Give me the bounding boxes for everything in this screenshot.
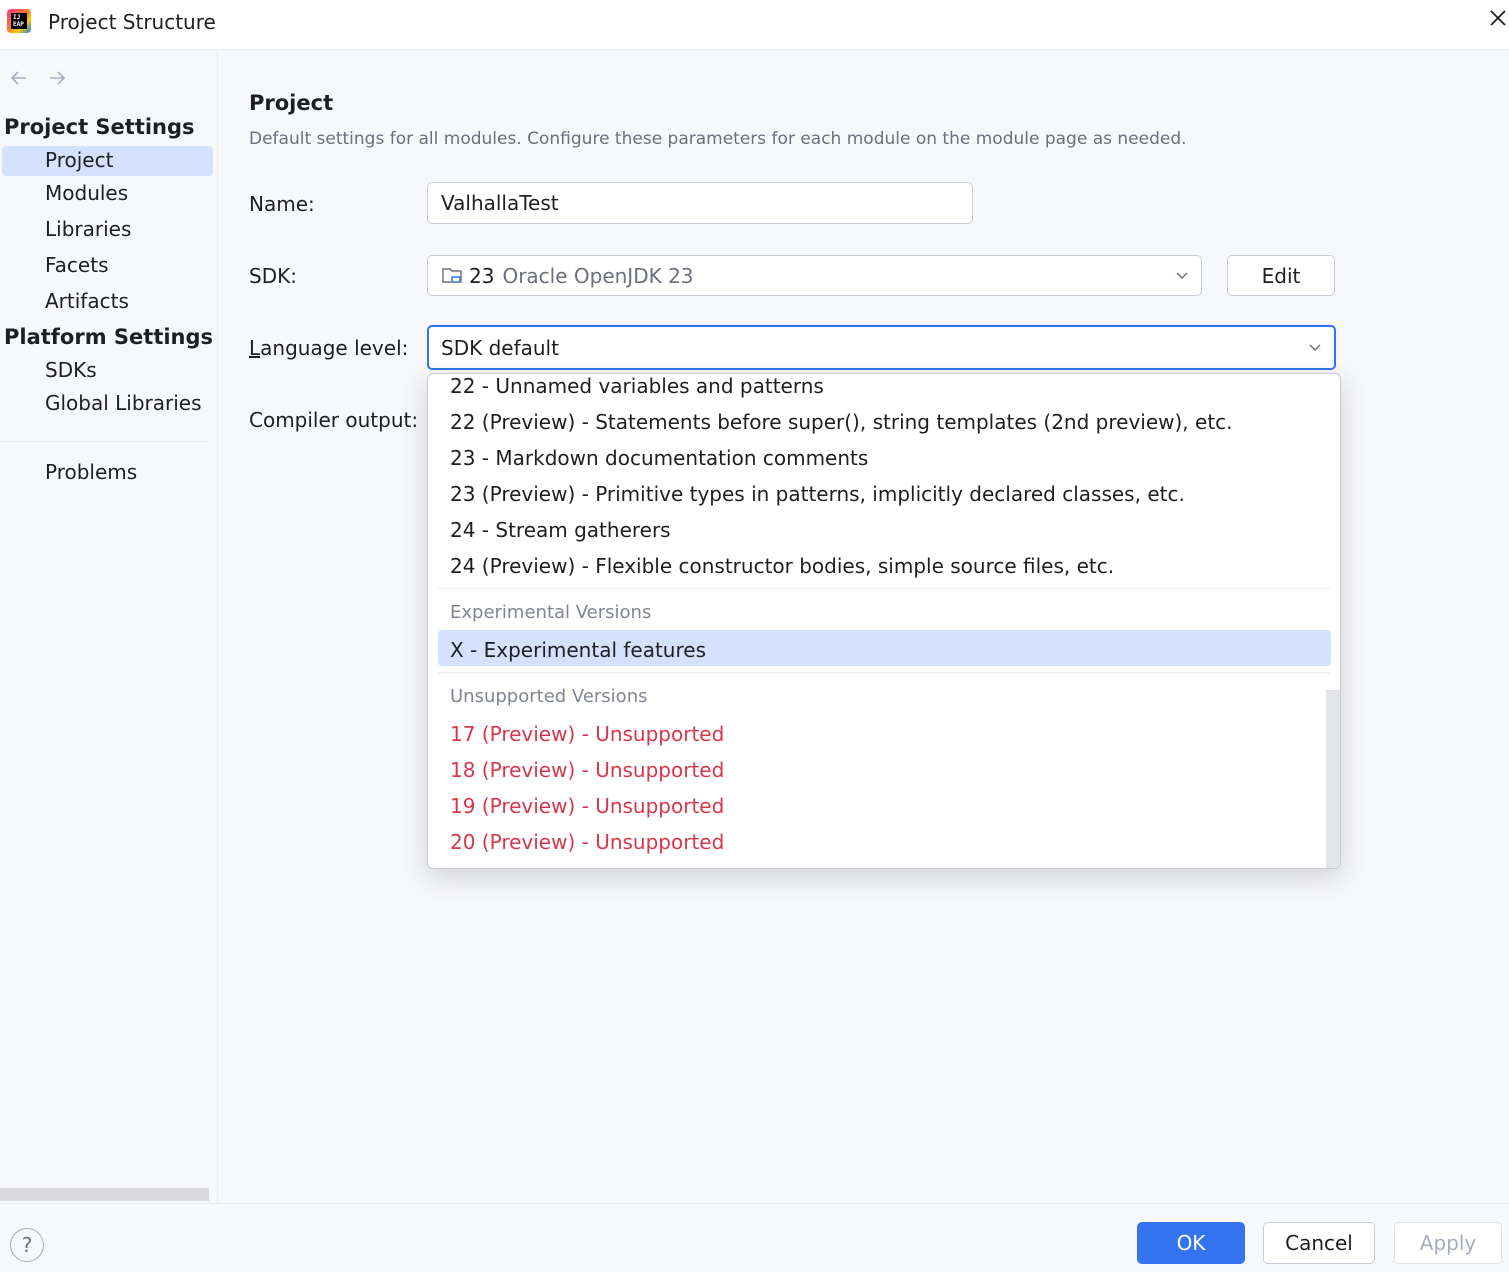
page-description: Default settings for all modules. Config… [249,129,1187,149]
unsupported-option[interactable]: 17 (Preview) - Unsupported [450,722,724,746]
unsupported-option[interactable]: 18 (Preview) - Unsupported [450,758,724,782]
app-icon-text: IJ EAP [11,13,27,29]
back-arrow-icon[interactable] [8,67,30,89]
sidebar-item-artifacts[interactable]: Artifacts [45,289,129,313]
popup-separator [438,588,1330,589]
intellij-app-icon: IJ EAP [7,9,31,33]
sidebar: Project Settings Project Modules Librari… [0,51,218,1203]
language-level-dropdown[interactable]: SDK default [427,325,1336,370]
list-item[interactable]: 24 - Stream gatherers [450,518,671,542]
unsupported-versions-header: Unsupported Versions [450,686,648,707]
sdk-dropdown[interactable]: 23 Oracle OpenJDK 23 [427,255,1202,296]
experimental-option[interactable]: X - Experimental features [450,638,706,662]
name-field-value: ValhallaTest [441,191,559,215]
language-level-label-text: anguage level: [260,336,409,360]
sidebar-horizontal-scrollbar[interactable] [0,1188,209,1201]
window-title: Project Structure [48,10,216,34]
list-item[interactable]: 22 - Unnamed variables and patterns [450,374,824,398]
sdk-folder-icon [442,267,462,283]
list-item[interactable]: 23 - Markdown documentation comments [450,446,868,470]
language-level-value: SDK default [441,335,559,360]
unsupported-option[interactable]: 20 (Preview) - Unsupported [450,830,724,854]
sidebar-item-sdks[interactable]: SDKs [45,358,97,382]
help-icon[interactable]: ? [10,1228,44,1262]
list-item[interactable]: 23 (Preview) - Primitive types in patter… [450,482,1185,506]
sidebar-divider [0,441,210,442]
chevron-down-icon [1176,271,1188,279]
apply-button[interactable]: Apply [1394,1222,1502,1264]
platform-settings-header: Platform Settings [4,325,214,349]
edit-button[interactable]: Edit [1227,255,1335,296]
dialog-footer: ? OK Cancel Apply [0,1203,1509,1272]
language-level-popup: 22 - Unnamed variables and patterns 22 (… [427,373,1341,869]
language-level-mnemonic: L [249,336,261,360]
popup-scrollbar[interactable] [1326,690,1340,868]
forward-arrow-icon[interactable] [46,67,68,89]
sidebar-item-facets[interactable]: Facets [45,253,109,277]
close-icon[interactable] [1486,6,1509,30]
compiler-output-label: Compiler output: [249,408,419,432]
sidebar-item-modules[interactable]: Modules [45,181,128,205]
sidebar-item-libraries[interactable]: Libraries [45,217,131,241]
sidebar-item-global-libraries[interactable]: Global Libraries [45,391,202,415]
experimental-versions-header: Experimental Versions [450,602,652,623]
unsupported-option[interactable]: 19 (Preview) - Unsupported [450,794,724,818]
language-level-label: Language level: [249,336,408,360]
sdk-label: SDK: [249,264,297,288]
ok-button[interactable]: OK [1137,1222,1245,1264]
popup-separator [438,672,1330,673]
sidebar-item-project[interactable]: Project [45,148,113,172]
chevron-down-icon [1309,343,1321,351]
title-bar: IJ EAP Project Structure [0,0,1509,50]
sidebar-item-problems[interactable]: Problems [45,460,137,484]
list-item[interactable]: 24 (Preview) - Flexible constructor bodi… [450,554,1114,578]
cancel-button[interactable]: Cancel [1263,1222,1375,1264]
page-title: Project [249,91,334,115]
sdk-version: 23 [469,263,495,288]
project-settings-header: Project Settings [4,115,195,139]
list-item[interactable]: 22 (Preview) - Statements before super()… [450,410,1233,434]
sdk-name: Oracle OpenJDK 23 [502,263,694,288]
name-label: Name: [249,192,315,216]
name-field[interactable]: ValhallaTest [427,182,973,224]
